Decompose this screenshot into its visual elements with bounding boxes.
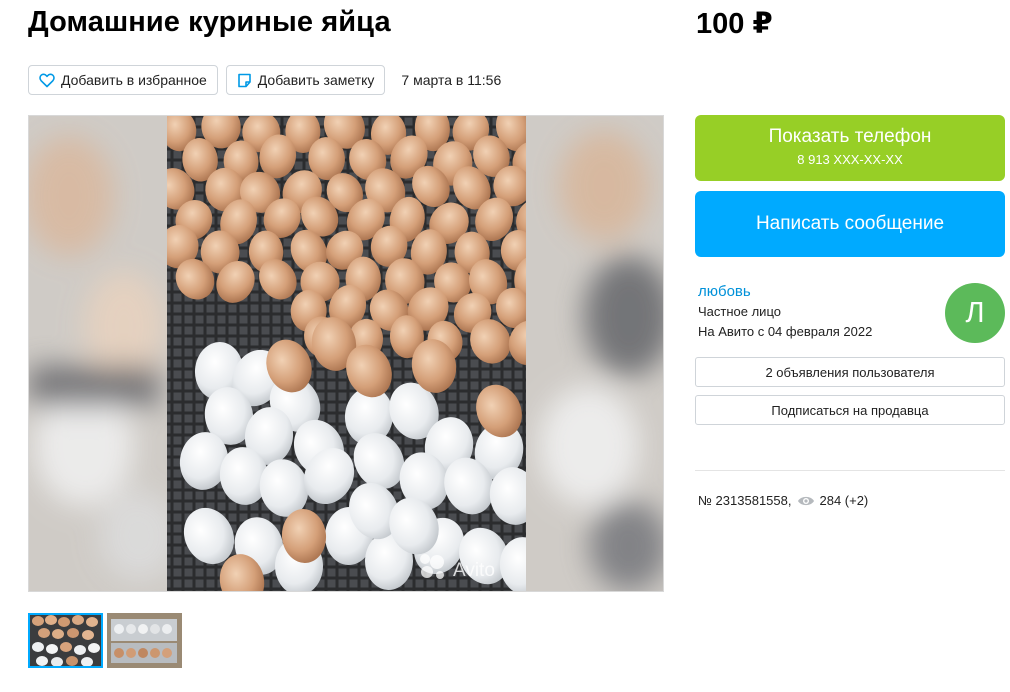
listing-id: № 2313581558, xyxy=(698,493,792,508)
thumbnail-strip xyxy=(28,613,186,668)
seller-name-link[interactable]: любовь xyxy=(698,283,751,300)
show-phone-button[interactable]: Показать телефон 8 913 XXX-XX-XX xyxy=(695,115,1005,181)
add-to-favorites-button[interactable]: Добавить в избранное xyxy=(28,65,218,95)
seller-ads-button[interactable]: 2 объявления пользователя xyxy=(695,357,1005,387)
heart-icon xyxy=(39,73,55,88)
listing-title: Домашние куриные яйца xyxy=(28,6,391,38)
seller-since: На Авито с 04 февраля 2022 xyxy=(698,324,873,339)
add-to-favorites-label: Добавить в избранное xyxy=(61,72,207,88)
listing-actions: Добавить в избранное Добавить заметку 7 … xyxy=(28,65,501,95)
show-phone-label: Показать телефон xyxy=(768,126,932,147)
listing-date: 7 марта в 11:56 xyxy=(401,72,502,88)
add-note-label: Добавить заметку xyxy=(257,72,375,88)
main-photo[interactable]: Avito xyxy=(28,115,664,592)
divider xyxy=(695,470,1005,471)
subscribe-seller-button[interactable]: Подписаться на продавца xyxy=(695,395,1005,425)
listing-price: 100 ₽ xyxy=(696,8,773,40)
seller-avatar[interactable]: Л xyxy=(945,283,1005,343)
masked-phone: 8 913 XXX-XX-XX xyxy=(797,152,903,167)
avito-watermark-text: Avito xyxy=(453,560,495,581)
thumbnail-2[interactable] xyxy=(107,613,182,668)
seller-type: Частное лицо xyxy=(698,304,781,319)
views-count: 284 (+2) xyxy=(819,493,869,508)
note-icon xyxy=(237,73,252,88)
listing-meta: № 2313581558, 284 (+2) xyxy=(698,493,868,508)
write-message-button[interactable]: Написать сообщение xyxy=(695,191,1005,257)
thumbnail-1[interactable] xyxy=(28,613,103,668)
eye-icon xyxy=(797,495,815,507)
add-note-button[interactable]: Добавить заметку xyxy=(225,65,386,95)
